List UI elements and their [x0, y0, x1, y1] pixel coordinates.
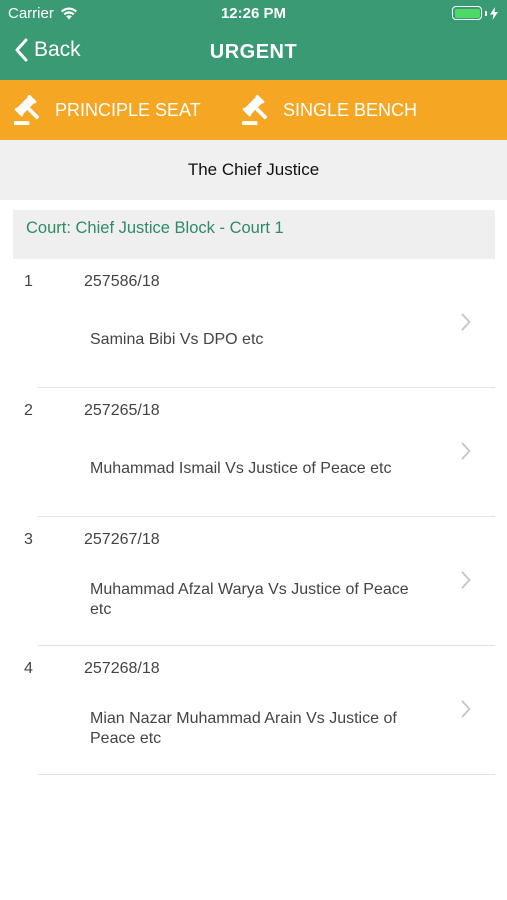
charging-bolt-icon	[490, 6, 498, 20]
case-index: 3	[24, 531, 33, 548]
case-title: Muhammad Ismail Vs Justice of Peace etc	[90, 460, 392, 477]
battery-icon	[452, 6, 482, 20]
case-index: 4	[24, 660, 33, 677]
case-number: 257267/18	[84, 531, 160, 548]
chevron-right-icon	[461, 571, 471, 589]
navigation-bar: Back URGENT	[0, 30, 507, 78]
status-bar: Carrier 12:26 PM	[0, 0, 507, 28]
chevron-right-icon	[461, 442, 471, 460]
court-section-header: Court: Chief Justice Block - Court 1	[13, 210, 495, 259]
chevron-right-icon	[461, 313, 471, 331]
gavel-icon	[13, 95, 40, 126]
list-item[interactable]: 3 257267/18 Muhammad Afzal Warya Vs Just…	[13, 517, 495, 646]
case-number: 257268/18	[84, 660, 160, 677]
status-time: 12:26 PM	[220, 5, 287, 22]
case-title: Muhammad Afzal Warya Vs Justice of Peace…	[90, 581, 409, 618]
tab-single-bench-label: SINGLE BENCH	[283, 100, 418, 120]
list-item[interactable]: 1 257586/18 Samina Bibi Vs DPO etc	[13, 259, 495, 388]
case-title: Samina Bibi Vs DPO etc	[90, 331, 264, 348]
app-header: Carrier 12:26 PM Back URGENT	[0, 0, 507, 80]
row-divider	[38, 774, 495, 775]
bench-tab-bar: PRINCIPLE SEAT SINGLE BENCH	[0, 80, 507, 140]
chevron-right-icon	[461, 700, 471, 718]
page-title: URGENT	[209, 41, 298, 63]
case-number: 257586/18	[84, 273, 160, 290]
case-title: Mian Nazar Muhammad Arain Vs Justice of …	[90, 710, 397, 747]
list-item[interactable]: 4 257268/18 Mian Nazar Muhammad Arain Vs…	[13, 646, 495, 775]
tab-principle-seat[interactable]: PRINCIPLE SEAT	[12, 95, 201, 126]
battery-indicator	[452, 6, 498, 20]
tab-single-bench[interactable]: SINGLE BENCH	[240, 95, 417, 126]
case-list: 1 257586/18 Samina Bibi Vs DPO etc 2 257…	[13, 259, 495, 775]
gavel-icon	[241, 95, 268, 126]
case-index: 2	[24, 402, 33, 419]
case-index: 1	[24, 273, 33, 290]
tab-principle-seat-label: PRINCIPLE SEAT	[55, 100, 201, 120]
list-item[interactable]: 2 257265/18 Muhammad Ismail Vs Justice o…	[13, 388, 495, 517]
case-number: 257265/18	[84, 402, 160, 419]
bench-title: The Chief Justice	[0, 140, 507, 200]
